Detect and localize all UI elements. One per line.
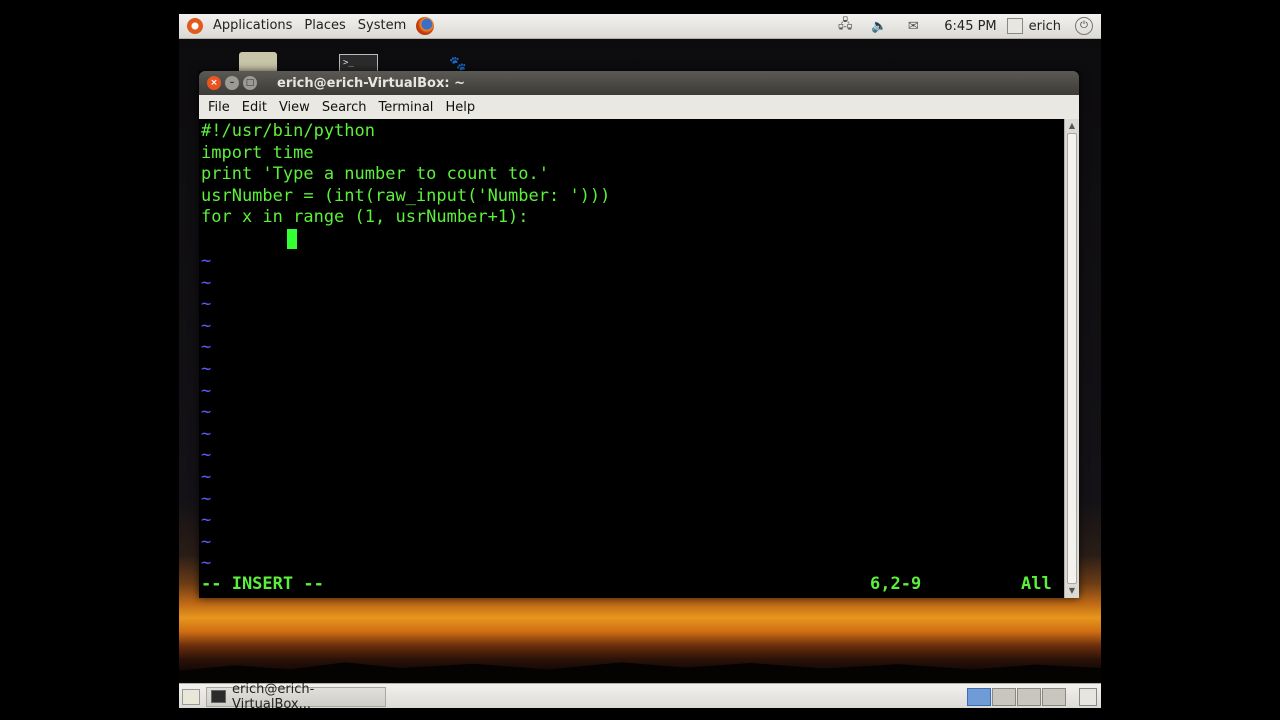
tilde-marker: ~ (201, 488, 212, 509)
code-line: for x in range (1, usrNumber+1): (201, 207, 529, 227)
mail-icon[interactable]: ✉ (904, 18, 922, 34)
menu-search[interactable]: Search (316, 100, 373, 115)
maximize-button[interactable]: □ (243, 76, 257, 90)
power-icon[interactable]: ⏻ (1075, 17, 1093, 35)
window-titlebar[interactable]: × – □ erich@erich-VirtualBox: ~ (199, 71, 1079, 95)
tilde-marker: ~ (201, 531, 212, 552)
tilde-marker: ~ (201, 315, 212, 336)
scroll-down-arrow-icon[interactable]: ▼ (1065, 584, 1079, 598)
tilde-marker: ~ (201, 423, 212, 444)
network-icon[interactable]: 🖧 (836, 17, 854, 34)
scroll-indicator: All (1021, 574, 1052, 594)
tilde-marker: ~ (201, 510, 212, 531)
workspace-3[interactable] (1017, 687, 1041, 706)
applications-menu[interactable]: Applications (207, 14, 298, 38)
show-desktop-icon[interactable] (182, 688, 200, 705)
horizon-silhouette (179, 662, 1101, 682)
minimize-button[interactable]: – (225, 76, 239, 90)
vim-editor[interactable]: #!/usr/bin/python import time print 'Typ… (199, 119, 1065, 598)
ubuntu-logo-icon[interactable] (187, 18, 203, 34)
workspace-switcher (967, 687, 1067, 706)
tilde-marker: ~ (201, 553, 212, 574)
code-line: import time (201, 143, 314, 163)
terminal-window: × – □ erich@erich-VirtualBox: ~ File Edi… (199, 71, 1079, 598)
user-icon[interactable] (1006, 18, 1023, 34)
system-menu[interactable]: System (352, 14, 412, 38)
tilde-marker: ~ (201, 294, 212, 315)
workspace-4[interactable] (1042, 687, 1066, 706)
code-line: print 'Type a number to count to.' (201, 164, 549, 184)
workspace-1[interactable] (967, 687, 991, 706)
tilde-marker: ~ (201, 445, 212, 466)
desktop: >_ 🐾 Applications Places System 🖧 🔈 ✉ 6:… (179, 14, 1101, 708)
terminal-icon (211, 690, 226, 703)
close-button[interactable]: × (207, 76, 221, 90)
tilde-marker: ~ (201, 251, 212, 271)
scroll-up-arrow-icon[interactable]: ▲ (1065, 119, 1079, 133)
firefox-icon[interactable] (416, 17, 435, 35)
tilde-marker: ~ (201, 272, 212, 293)
taskbar-terminal-label: erich@erich-VirtualBox... (231, 681, 315, 709)
tilde-marker: ~ (201, 359, 212, 379)
tilde-marker: ~ (201, 467, 212, 487)
tilde-marker: ~ (201, 380, 212, 401)
clock[interactable]: 6:45 PM (944, 19, 996, 34)
tilde-marker: ~ (201, 337, 212, 358)
menu-edit[interactable]: Edit (236, 100, 273, 115)
code-line: #!/usr/bin/python (201, 121, 375, 141)
places-menu[interactable]: Places (298, 14, 351, 38)
terminal-menubar: File Edit View Search Terminal Help (199, 95, 1079, 120)
menu-view[interactable]: View (273, 100, 316, 115)
vim-mode-indicator: -- INSERT -- (201, 574, 324, 594)
top-panel: Applications Places System 🖧 🔈 ✉ 6:45 PM… (179, 14, 1101, 39)
cursor-position: 6,2-9 (870, 574, 922, 594)
menu-help[interactable]: Help (439, 100, 481, 115)
home-folder-desktop-icon[interactable] (239, 52, 277, 72)
menu-terminal[interactable]: Terminal (372, 100, 439, 115)
volume-icon[interactable]: 🔈 (870, 18, 888, 34)
scroll-thumb[interactable] (1067, 133, 1077, 584)
taskbar-terminal-button[interactable]: erich@erich-VirtualBox... (206, 682, 386, 708)
menu-file[interactable]: File (202, 100, 236, 115)
window-title: erich@erich-VirtualBox: ~ (277, 75, 465, 91)
text-cursor (287, 229, 297, 249)
user-name[interactable]: erich (1029, 19, 1061, 34)
bottom-panel: erich@erich-VirtualBox... (179, 682, 1101, 708)
trash-icon[interactable] (1079, 687, 1097, 706)
code-line: usrNumber = (int(raw_input('Number: '))) (201, 186, 611, 206)
tilde-marker: ~ (201, 402, 212, 423)
workspace-2[interactable] (992, 687, 1016, 706)
vertical-scrollbar[interactable]: ▲ ▼ (1064, 119, 1079, 598)
